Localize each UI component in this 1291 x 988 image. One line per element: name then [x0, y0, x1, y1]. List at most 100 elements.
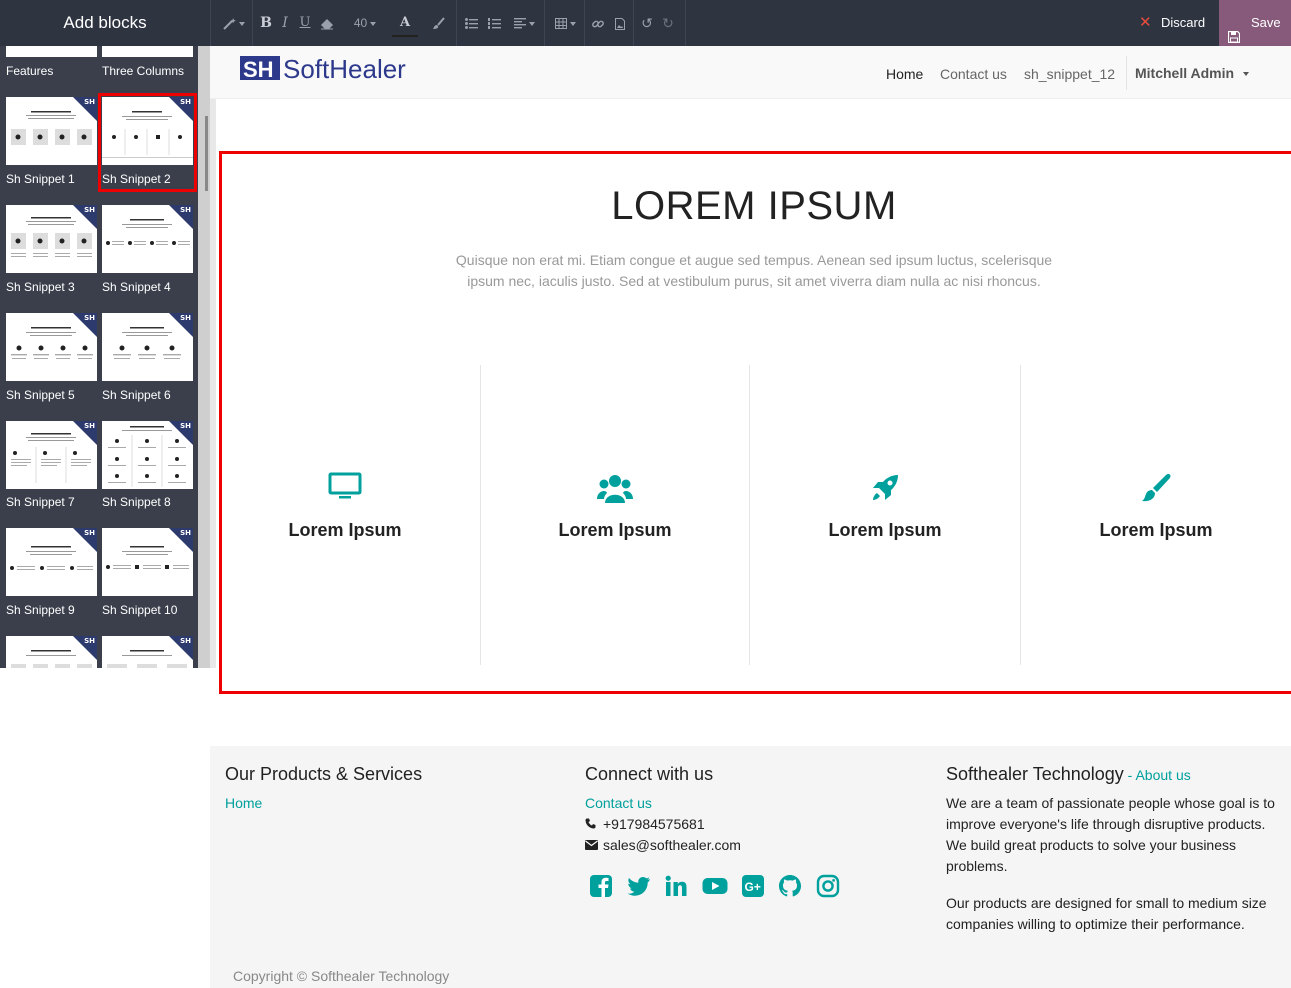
font-size-select[interactable]: 40 — [350, 13, 380, 33]
envelope-icon — [585, 835, 599, 856]
snippet-thumbnail-sh-12[interactable]: SH — [102, 636, 193, 668]
footer-about-heading: Softhealer Technology - About us — [946, 764, 1191, 784]
svg-text:G+: G+ — [745, 880, 761, 894]
snippet-thumbnail-sh-3[interactable]: SH — [6, 205, 97, 273]
eraser-icon[interactable] — [319, 13, 335, 33]
toolbar-divider — [685, 0, 686, 46]
ordered-list-icon[interactable] — [487, 13, 501, 33]
footer-about-paragraph: Our products are designed for small to m… — [946, 895, 1267, 932]
monitor-icon — [325, 472, 365, 506]
snippet-thumbnail-sh-5[interactable]: SH — [6, 313, 97, 381]
footer-phone: +917984575681 — [585, 814, 705, 835]
snippet-description[interactable]: Quisque non erat mi. Etiam congue et aug… — [442, 250, 1066, 292]
feature-title[interactable]: Lorem Ipsum — [245, 520, 445, 541]
save-button[interactable]: Save — [1219, 0, 1291, 46]
nav-contact-us[interactable]: Contact us — [940, 66, 1007, 82]
undo-icon[interactable]: ↺ — [640, 13, 654, 33]
snippet-label[interactable]: Sh Snippet 10 — [102, 603, 177, 617]
toolbar-divider — [544, 0, 545, 46]
scrollbar-thumb[interactable] — [205, 116, 208, 191]
nav-home[interactable]: Home — [886, 66, 923, 82]
magic-style-icon[interactable] — [221, 13, 247, 33]
snippet-thumbnail-sh-6[interactable]: SH — [102, 313, 193, 381]
toolbar-divider — [456, 0, 457, 46]
copyright: Copyright © Softhealer Technology — [233, 968, 450, 984]
github-icon[interactable] — [778, 874, 802, 898]
snippet-thumbnail-sh-8[interactable]: SH — [102, 421, 193, 489]
linkedin-icon[interactable] — [664, 874, 688, 898]
youtube-icon[interactable] — [702, 874, 728, 898]
feature-title[interactable]: Lorem Ipsum — [1056, 520, 1256, 541]
editor-toolbar: Add blocks B I U 40 A ↺ ↻ ✕ Discard Save — [0, 0, 1291, 46]
svg-text:SH: SH — [243, 57, 274, 82]
panel-title: Add blocks — [63, 13, 147, 32]
bold-icon[interactable]: B — [259, 13, 273, 33]
snippet-thumbnail-sh-4[interactable]: SH — [102, 205, 193, 273]
toolbar-divider — [584, 0, 585, 46]
snippet-thumbnail-sh-10[interactable]: SH — [102, 528, 193, 596]
selected-snippet[interactable]: LOREM IPSUM Quisque non erat mi. Etiam c… — [219, 151, 1291, 694]
about-us-link[interactable]: About us — [1135, 767, 1190, 783]
align-left-icon[interactable] — [509, 13, 539, 33]
snippet-label[interactable]: Sh Snippet 7 — [6, 495, 75, 509]
snippet-label[interactable]: Three Columns — [102, 64, 184, 78]
footer-connect-heading: Connect with us — [585, 764, 714, 784]
redo-icon[interactable]: ↻ — [661, 13, 675, 33]
table-icon[interactable] — [551, 13, 579, 33]
snippet-label[interactable]: Sh Snippet 5 — [6, 388, 75, 402]
snippet-label[interactable]: Sh Snippet 9 — [6, 603, 75, 617]
editor-gutter — [210, 99, 216, 668]
site-header: SH SoftHealer Home Contact us sh_snippet… — [210, 46, 1291, 99]
underline-icon[interactable]: U — [298, 13, 312, 33]
snippet-thumbnail-features[interactable] — [6, 46, 97, 57]
paint-brush-icon[interactable] — [430, 13, 446, 33]
close-icon: ✕ — [1139, 14, 1152, 31]
footer-email[interactable]: sales@softhealer.com — [585, 835, 741, 856]
user-menu[interactable]: Mitchell Admin — [1126, 56, 1250, 90]
snippet-thumbnail-sh-11[interactable]: SH — [6, 636, 97, 668]
snippet-thumbnail-sh-1[interactable]: SH — [6, 97, 97, 165]
text-color-icon[interactable]: A — [392, 13, 418, 37]
italic-icon[interactable]: I — [279, 13, 291, 33]
chevron-down-icon — [1243, 72, 1250, 77]
footer-about-paragraph: We are a team of passionate people whose… — [946, 795, 1275, 874]
panel-scrollbar[interactable] — [198, 46, 210, 668]
footer-contact-link[interactable]: Contact us — [585, 795, 652, 811]
footer-home-link[interactable]: Home — [225, 795, 262, 811]
paint-brush-icon — [1136, 472, 1176, 506]
link-icon[interactable] — [591, 13, 605, 33]
snippet-panel: Features Three Columns SH SH Sh Snippet … — [0, 46, 210, 668]
image-file-icon[interactable] — [613, 13, 627, 33]
users-icon — [595, 472, 635, 506]
snippet-thumbnail-sh-7[interactable]: SH — [6, 421, 97, 489]
feature-title[interactable]: Lorem Ipsum — [785, 520, 985, 541]
snippet-title[interactable]: LOREM IPSUM — [222, 184, 1286, 229]
footer-products-heading: Our Products & Services — [225, 764, 423, 784]
selected-snippet-outline — [98, 93, 197, 192]
snippet-thumbnail-sh-9[interactable]: SH — [6, 528, 97, 596]
column-divider — [480, 365, 481, 665]
website-editor: Add blocks B I U 40 A ↺ ↻ ✕ Discard Save… — [0, 0, 1291, 988]
logo-text: SoftHealer — [283, 54, 406, 84]
snippet-label[interactable]: Sh Snippet 1 — [6, 172, 75, 186]
facebook-icon[interactable] — [589, 874, 613, 898]
column-divider — [749, 365, 750, 665]
snippet-label[interactable]: Sh Snippet 6 — [102, 388, 171, 402]
column-divider — [1020, 365, 1021, 665]
feature-title[interactable]: Lorem Ipsum — [515, 520, 715, 541]
snippet-label[interactable]: Features — [6, 64, 53, 78]
snippet-thumbnail-three-columns[interactable] — [102, 46, 193, 57]
softhealer-logo[interactable]: SH SoftHealer — [240, 54, 414, 84]
toolbar-divider — [252, 0, 253, 46]
toolbar-divider — [633, 0, 634, 46]
snippet-label[interactable]: Sh Snippet 4 — [102, 280, 171, 294]
google-plus-icon[interactable]: G+ — [741, 874, 765, 898]
instagram-icon[interactable] — [816, 874, 840, 898]
discard-button[interactable]: ✕ Discard — [1128, 0, 1219, 46]
snippet-label[interactable]: Sh Snippet 8 — [102, 495, 171, 509]
twitter-icon[interactable] — [627, 874, 651, 898]
snippet-label[interactable]: Sh Snippet 3 — [6, 280, 75, 294]
nav-sh-snippet-12[interactable]: sh_snippet_12 — [1024, 66, 1115, 82]
toolbar-divider — [210, 0, 211, 46]
unordered-list-icon[interactable] — [464, 13, 478, 33]
